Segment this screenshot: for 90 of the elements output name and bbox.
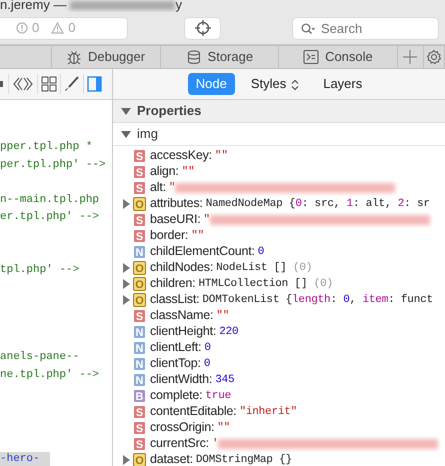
property-name: clientLeft: xyxy=(150,339,202,356)
toolbar-button[interactable] xyxy=(0,74,9,94)
property-value: 345 xyxy=(215,372,234,388)
sidebar-tab[interactable]: Layers xyxy=(315,73,370,95)
property-value: "" xyxy=(182,164,194,180)
string-type-icon: S xyxy=(133,164,146,179)
string-type-icon: S xyxy=(133,228,146,243)
property-value: DOMStringMap {} xyxy=(196,452,292,466)
property-name: clientWidth: xyxy=(150,371,212,388)
error-icon xyxy=(16,22,28,34)
code-line: n--main.tpl.php xyxy=(0,192,100,208)
property-name: contentEditable: xyxy=(150,403,236,420)
property-name: dataset: xyxy=(150,451,193,466)
code-line: per.tpl.php' --> xyxy=(0,158,107,172)
property-name: clientTop: xyxy=(150,355,201,372)
tab[interactable]: Storage xyxy=(160,46,280,68)
tab[interactable]: Console xyxy=(279,46,398,68)
property-name: children: xyxy=(150,275,196,292)
property-name: complete: xyxy=(150,387,202,404)
string-type-icon: S xyxy=(133,404,146,419)
code-line: anels-pane-- xyxy=(0,350,80,365)
settings-icon xyxy=(426,49,442,65)
property-value: DOMTokenList {length: 0, item: funct xyxy=(202,292,433,308)
code-line: pper.tpl.php * xyxy=(0,140,94,155)
counter: 0 xyxy=(68,19,76,38)
property-value: "" xyxy=(216,308,230,324)
property-name: alt: xyxy=(150,179,166,196)
object-type-icon: O xyxy=(133,292,146,307)
property-value: "" xyxy=(191,228,204,244)
plus-icon xyxy=(403,50,418,64)
property-name: align: xyxy=(150,163,179,180)
property-value: "" xyxy=(214,148,228,164)
search-field[interactable]: Search xyxy=(293,18,438,38)
code-line: er.tpl.php' --> xyxy=(0,210,100,225)
property-name: accessKey: xyxy=(150,147,212,164)
property-name: className: xyxy=(150,307,214,324)
boolean-type-icon: B xyxy=(133,388,146,403)
number-type-icon: N xyxy=(133,372,146,387)
property-value: true xyxy=(205,388,232,404)
tab[interactable]: Debugger xyxy=(52,46,161,68)
number-type-icon: N xyxy=(133,244,146,259)
object-type-icon: O xyxy=(133,260,146,275)
object-type-icon: O xyxy=(133,452,146,466)
number-type-icon: N xyxy=(133,356,146,371)
database-icon xyxy=(186,49,202,65)
string-type-icon: S xyxy=(133,436,146,451)
property-value: ' xyxy=(212,436,218,452)
chooser-icon xyxy=(291,78,300,91)
property-name: childElementCount: xyxy=(150,243,255,260)
property-name: baseURI: xyxy=(150,211,201,228)
property-name: clientHeight: xyxy=(150,323,216,340)
string-type-icon: S xyxy=(133,212,146,227)
property-value: 0 xyxy=(258,244,264,260)
crosshair-icon xyxy=(194,20,210,36)
property-value: NodeList [] (0) xyxy=(216,260,312,276)
property-value: " xyxy=(204,212,210,228)
section-title: Properties xyxy=(137,102,202,120)
object-name: img xyxy=(137,125,158,144)
code-line: tpl.php' --> xyxy=(0,262,80,278)
property-value: "" xyxy=(217,420,230,436)
window-title: y xyxy=(175,0,182,12)
property-value: 220 xyxy=(219,324,238,340)
string-type-icon: S xyxy=(133,420,146,435)
sidebar-tab[interactable]: Styles xyxy=(242,73,308,95)
property-value: NamedNodeMap {0: src, 1: alt, 2: sr xyxy=(206,196,430,212)
bug-icon xyxy=(66,49,82,65)
string-type-icon: S xyxy=(133,180,146,195)
property-value: 0 xyxy=(204,356,210,372)
string-type-icon: S xyxy=(133,308,146,323)
property-value: HTMLCollection [] (0) xyxy=(198,276,333,292)
property-name: classList: xyxy=(150,291,200,308)
property-value: 0 xyxy=(204,340,211,356)
property-name: border: xyxy=(150,227,188,244)
property-name: childNodes: xyxy=(150,259,214,276)
inspect-button[interactable] xyxy=(185,18,220,38)
code-line: ne.tpl.php' --> xyxy=(0,368,100,382)
object-type-icon: O xyxy=(133,196,146,211)
property-name: attributes: xyxy=(150,195,203,212)
number-type-icon: N xyxy=(133,340,146,355)
number-type-icon: N xyxy=(133,324,146,339)
property-value: " xyxy=(168,180,176,196)
string-type-icon: S xyxy=(133,148,146,163)
warning-icon xyxy=(51,22,64,34)
object-type-icon: O xyxy=(133,276,146,291)
counter: 0 xyxy=(32,19,40,38)
property-value: "inherit" xyxy=(239,404,298,420)
console-icon xyxy=(303,49,320,65)
breadcrumb[interactable]: -hero- xyxy=(0,452,50,466)
property-name: crossOrigin: xyxy=(150,419,214,436)
property-name: currentSrc: xyxy=(150,435,209,452)
